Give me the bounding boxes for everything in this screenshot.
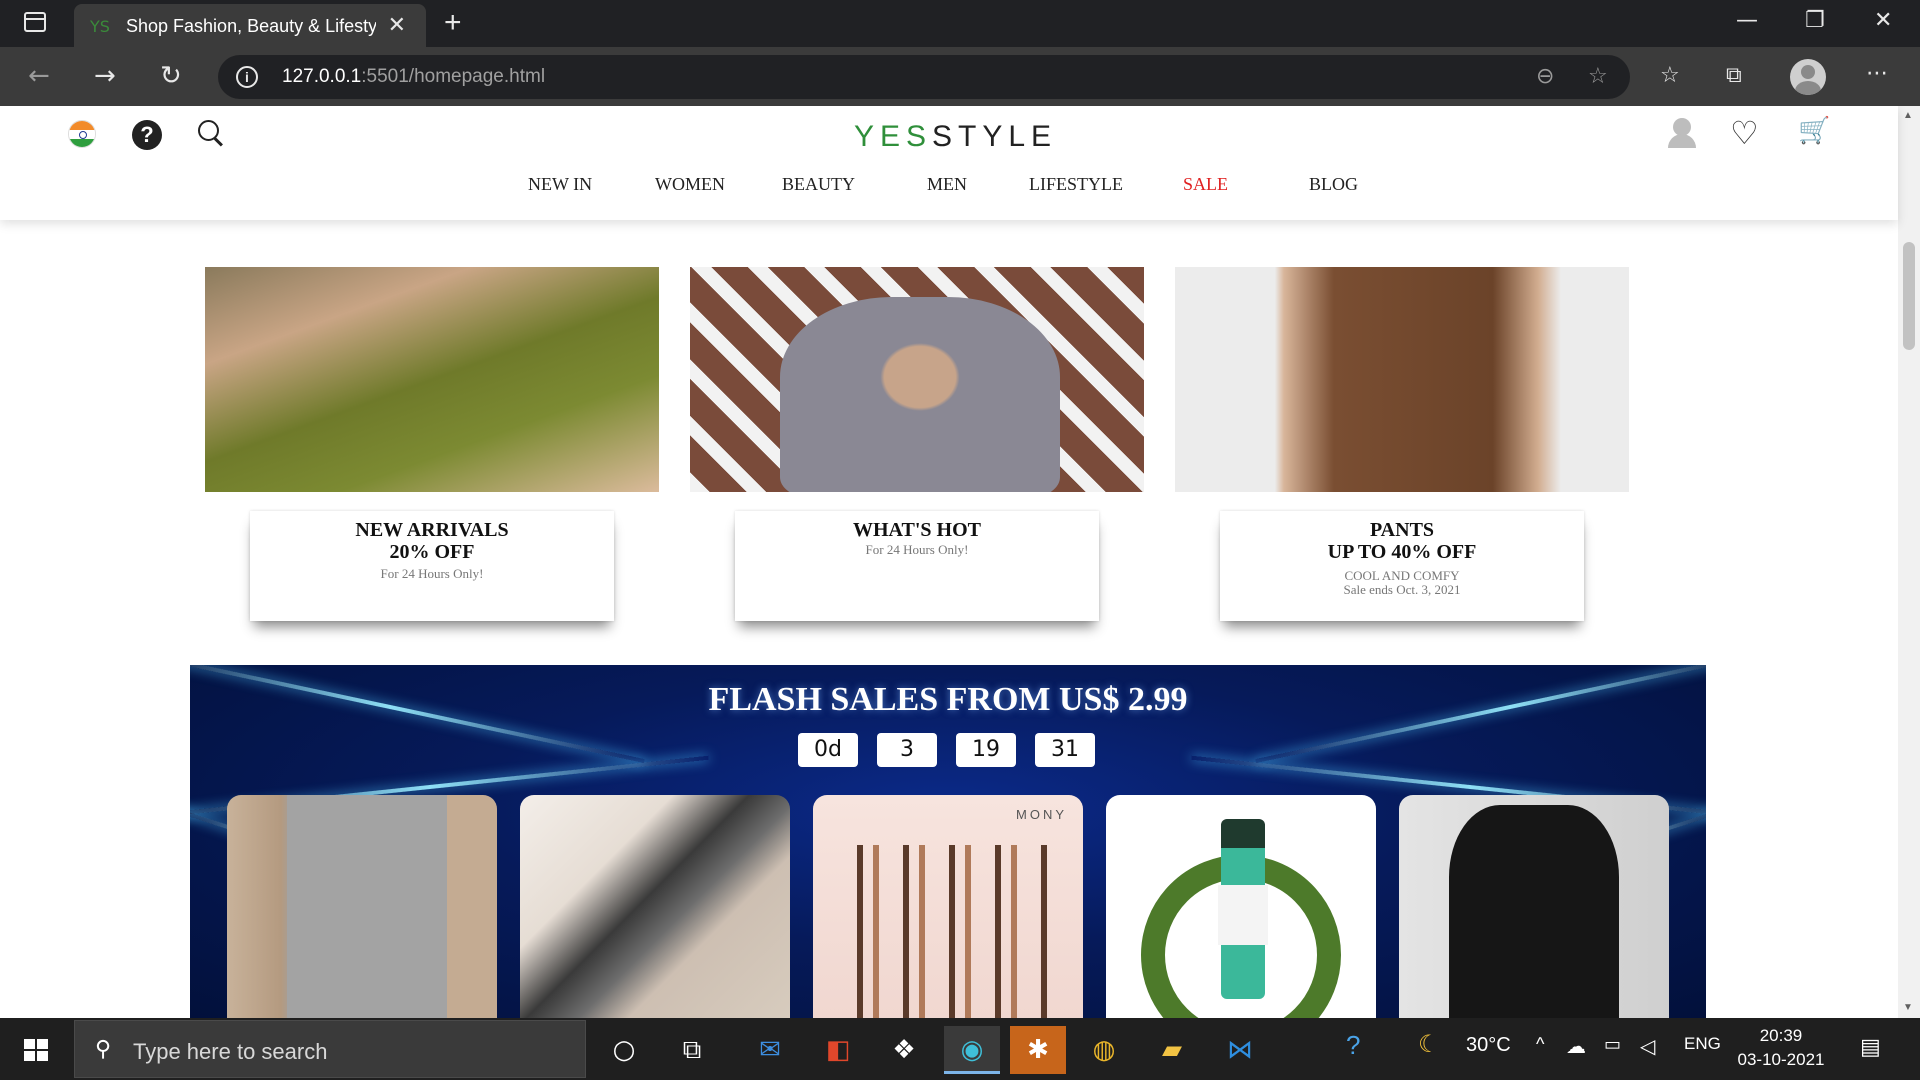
dropbox-icon[interactable]: ❖ xyxy=(876,1026,932,1074)
windows-taskbar: ⚲ Type here to search ○ ⧉ ✉ ◧ ❖ ◉ ✱ ◍ ▰ … xyxy=(0,1018,1920,1080)
windows-start-icon[interactable] xyxy=(24,1039,48,1061)
collections-icon[interactable]: ⧉ xyxy=(1726,63,1742,88)
promo-image-pants[interactable] xyxy=(1175,267,1629,492)
maximize-button[interactable]: ❐ xyxy=(1805,8,1825,33)
site-header: ? YESSTYLE ♡ 🛒 NEW IN WOMEN BEAUTY MEN L… xyxy=(0,106,1898,220)
close-window-button[interactable]: ✕ xyxy=(1874,8,1892,33)
site-info-icon[interactable]: i xyxy=(236,66,258,88)
scroll-thumb[interactable] xyxy=(1903,242,1915,350)
back-button[interactable]: ← xyxy=(28,61,50,91)
page-viewport: ? YESSTYLE ♡ 🛒 NEW IN WOMEN BEAUTY MEN L… xyxy=(0,106,1920,1018)
add-favorite-icon[interactable]: ☆ xyxy=(1588,64,1608,89)
promo-title: PANTS xyxy=(1369,519,1435,541)
promo-card-whats-hot[interactable]: WHAT'S HOT For 24 Hours Only! xyxy=(735,511,1099,621)
flash-product-eyeliner-pencils[interactable]: MONY xyxy=(813,795,1083,1018)
new-tab-button[interactable]: + xyxy=(444,6,462,40)
slack-icon[interactable]: ✱ xyxy=(1010,1026,1066,1074)
timer-days: 0d xyxy=(798,733,858,767)
vscode-icon[interactable]: ⋈ xyxy=(1212,1026,1268,1074)
search-icon[interactable] xyxy=(198,120,222,144)
reload-button[interactable]: ↻ xyxy=(160,61,182,91)
flash-sale-title: FLASH SALES FROM US$ 2.99 xyxy=(708,681,1188,718)
browser-tab-active[interactable]: YS Shop Fashion, Beauty & Lifestyle ✕ xyxy=(74,4,426,47)
help-tray-icon[interactable]: ? xyxy=(1346,1030,1360,1061)
task-view-icon[interactable]: ⧉ xyxy=(664,1026,720,1074)
tab-title: Shop Fashion, Beauty & Lifestyle xyxy=(126,16,376,36)
browser-toolbar: ← → ↻ i 127.0.0.1:5501/homepage.html ⊖ ☆… xyxy=(0,47,1920,106)
nav-item-sale[interactable]: SALE xyxy=(1183,174,1228,195)
promo-sale-end: Sale ends Oct. 3, 2021 xyxy=(1343,582,1461,597)
flash-product-toner-bottle[interactable] xyxy=(1106,795,1376,1018)
edge-icon[interactable]: ◉ xyxy=(944,1026,1000,1074)
timer-minutes: 19 xyxy=(956,733,1016,767)
main-nav: NEW IN WOMEN BEAUTY MEN LIFESTYLE SALE B… xyxy=(0,174,1898,204)
promo-note: For 24 Hours Only! xyxy=(380,566,484,581)
india-flag-icon[interactable] xyxy=(68,120,96,148)
nav-item-lifestyle[interactable]: LIFESTYLE xyxy=(1029,174,1123,195)
nav-item-beauty[interactable]: BEAUTY xyxy=(782,174,855,195)
promo-note: For 24 Hours Only! xyxy=(865,542,969,557)
mail-icon[interactable]: ✉ xyxy=(742,1026,798,1074)
cortana-icon[interactable]: ○ xyxy=(596,1026,652,1074)
flash-product-grey-shorts[interactable] xyxy=(227,795,497,1018)
promo-title: NEW ARRIVALS xyxy=(355,519,509,541)
search-icon: ⚲ xyxy=(95,1037,112,1062)
flash-product-tailored-shorts[interactable] xyxy=(520,795,790,1018)
browser-tab-bar: YS Shop Fashion, Beauty & Lifestyle ✕ + … xyxy=(0,0,1920,47)
nav-item-new-in[interactable]: NEW IN xyxy=(528,174,592,195)
minimize-button[interactable]: — xyxy=(1736,8,1758,33)
tab-actions-icon[interactable] xyxy=(24,12,46,32)
chrome-icon[interactable]: ◍ xyxy=(1076,1026,1132,1074)
weather-moon-icon[interactable]: ☾ xyxy=(1418,1030,1440,1059)
promo-image-whats-hot[interactable] xyxy=(690,267,1144,492)
taskbar-search-box[interactable]: ⚲ Type here to search xyxy=(74,1020,586,1078)
nav-item-blog[interactable]: BLOG xyxy=(1309,174,1358,195)
page-scrollbar[interactable]: ▲ ▼ xyxy=(1898,106,1920,1018)
battery-icon[interactable]: ▭ xyxy=(1604,1034,1621,1055)
taskbar-clock[interactable]: 20:39 03-10-2021 xyxy=(1736,1024,1826,1072)
tab-close-icon[interactable]: ✕ xyxy=(388,12,406,38)
site-logo[interactable]: YESSTYLE xyxy=(854,120,1057,154)
zoom-out-icon[interactable]: ⊖ xyxy=(1536,64,1554,89)
product-brand-label: MONY xyxy=(1016,807,1067,822)
cart-icon[interactable]: 🛒 xyxy=(1798,116,1830,146)
flash-sale-banner: FLASH SALES FROM US$ 2.99 0d 3 19 31 MON… xyxy=(190,665,1706,1018)
address-bar[interactable]: i 127.0.0.1:5501/homepage.html ⊖ ☆ xyxy=(218,55,1630,99)
profile-avatar[interactable] xyxy=(1790,59,1826,95)
promo-subtitle: 20% OFF xyxy=(389,541,475,563)
taskbar-search-placeholder: Type here to search xyxy=(133,1039,328,1064)
forward-button[interactable]: → xyxy=(94,61,116,91)
promo-subtitle: UP TO 40% OFF xyxy=(1327,541,1477,563)
clock-date: 03-10-2021 xyxy=(1737,1050,1825,1069)
url-text[interactable]: 127.0.0.1:5501/homepage.html xyxy=(282,66,545,88)
timer-hours: 3 xyxy=(877,733,937,767)
onedrive-icon[interactable]: ☁ xyxy=(1566,1034,1586,1059)
user-icon[interactable] xyxy=(1668,118,1696,148)
promo-note: COOL AND COMFY xyxy=(1344,568,1460,583)
scroll-down-arrow-icon[interactable]: ▼ xyxy=(1903,1002,1913,1013)
promo-card-new-arrivals[interactable]: NEW ARRIVALS 20% OFF For 24 Hours Only! xyxy=(250,511,614,621)
office-icon[interactable]: ◧ xyxy=(810,1026,866,1074)
help-icon[interactable]: ? xyxy=(132,120,162,150)
nav-item-men[interactable]: MEN xyxy=(927,174,967,195)
clock-time: 20:39 xyxy=(1759,1026,1803,1045)
promo-image-new-arrivals[interactable] xyxy=(205,267,659,492)
flash-product-black-flared-pants[interactable] xyxy=(1399,795,1669,1018)
volume-icon[interactable]: ◁ xyxy=(1640,1034,1655,1059)
tray-chevron-up-icon[interactable]: ^ xyxy=(1536,1034,1544,1055)
scroll-up-arrow-icon[interactable]: ▲ xyxy=(1903,110,1913,121)
temperature-text[interactable]: 30°C xyxy=(1466,1034,1511,1057)
promo-card-pants[interactable]: PANTS UP TO 40% OFF COOL AND COMFY Sale … xyxy=(1220,511,1584,621)
nav-item-women[interactable]: WOMEN xyxy=(655,174,725,195)
file-explorer-icon[interactable]: ▰ xyxy=(1144,1026,1200,1074)
more-menu-icon[interactable]: ⋯ xyxy=(1866,61,1888,86)
notifications-icon[interactable]: ▤ xyxy=(1860,1034,1881,1060)
heart-icon[interactable]: ♡ xyxy=(1730,114,1759,152)
language-indicator[interactable]: ENG xyxy=(1684,1034,1721,1054)
favorites-icon[interactable]: ☆ xyxy=(1660,63,1680,88)
tab-favicon: YS xyxy=(90,17,110,36)
timer-seconds: 31 xyxy=(1035,733,1095,767)
promo-title: WHAT'S HOT xyxy=(853,519,981,541)
